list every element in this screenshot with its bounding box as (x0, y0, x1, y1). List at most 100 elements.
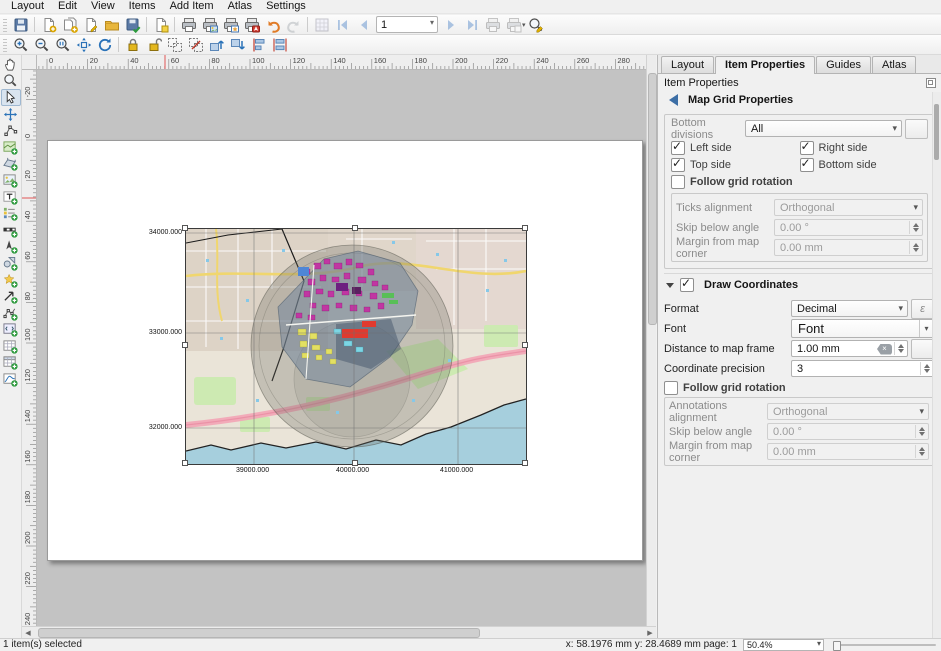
add-attribute-table-button[interactable] (1, 338, 21, 355)
save-as-template-button[interactable] (122, 16, 143, 34)
add-picture-button[interactable] (1, 172, 21, 189)
add-html-button[interactable] (1, 322, 21, 339)
duplicate-layout-button[interactable] (59, 16, 80, 34)
follow-grid-rotation-2-checkbox[interactable] (664, 381, 678, 395)
group-items-button[interactable] (164, 36, 185, 54)
export-as-image-button[interactable] (199, 16, 220, 34)
refresh-view-button[interactable] (94, 36, 115, 54)
clear-value-icon[interactable]: × (877, 344, 892, 355)
tab-guides[interactable]: Guides (816, 56, 871, 73)
menu-view[interactable]: View (84, 0, 122, 13)
font-button[interactable]: Font▾ (791, 319, 934, 338)
top-side-checkbox[interactable] (671, 158, 685, 172)
right-side-checkbox[interactable] (800, 141, 814, 155)
last-feature-button[interactable] (461, 16, 482, 34)
distance-to-map-frame-spinbox[interactable]: 1.00 mm× (791, 340, 908, 357)
layout-canvas[interactable]: 34000.00033000.00032000.00039000.0004000… (37, 70, 646, 626)
open-template-button[interactable] (101, 16, 122, 34)
add-node-item-button[interactable] (1, 305, 21, 322)
zoom-in-button[interactable] (10, 36, 31, 54)
toolbar-drag-handle[interactable] (3, 18, 7, 32)
add-scalebar-button[interactable] (1, 222, 21, 239)
menu-edit[interactable]: Edit (51, 0, 84, 13)
zoom-tool-button[interactable] (1, 73, 21, 90)
tab-layout[interactable]: Layout (661, 56, 714, 73)
menu-settings[interactable]: Settings (259, 0, 313, 13)
left-side-checkbox[interactable] (671, 141, 685, 155)
panel-scrollbar[interactable] (932, 92, 941, 638)
ungroup-items-button[interactable] (185, 36, 206, 54)
add-pages-button[interactable] (150, 16, 171, 34)
lock-selected-items-button[interactable] (122, 36, 143, 54)
select-move-item-button[interactable] (1, 89, 21, 106)
pan-layout-button[interactable] (1, 56, 21, 73)
vertical-ruler[interactable]: -20020406080100120140160180200220240 (22, 70, 37, 626)
redo-button[interactable] (283, 16, 304, 34)
zoom-slider[interactable] (830, 640, 938, 650)
add-map-button[interactable] (1, 139, 21, 156)
add-shape-button[interactable] (1, 255, 21, 272)
canvas-horizontal-scrollbar[interactable]: ◀ ▶ (22, 626, 656, 638)
first-feature-button[interactable] (332, 16, 353, 34)
save-project-button[interactable] (10, 16, 31, 34)
atlas-page-combo[interactable]: 1 (376, 16, 438, 33)
back-button[interactable] (664, 92, 682, 108)
draw-coordinates-header[interactable]: Draw Coordinates (664, 273, 934, 296)
lower-selected-items-button[interactable] (227, 36, 248, 54)
atlas-settings-button[interactable] (526, 16, 547, 34)
print-layout-button[interactable] (178, 16, 199, 34)
coordinate-precision-spinbox[interactable]: 3 (791, 360, 934, 377)
add-arrow-button[interactable] (1, 288, 21, 305)
data-defined-override-button[interactable] (905, 119, 928, 139)
raise-selected-items-button[interactable] (206, 36, 227, 54)
zoom-actual-button[interactable] (52, 36, 73, 54)
font-dropdown-icon[interactable]: ▾ (919, 320, 933, 337)
scroll-thumb[interactable] (38, 628, 480, 638)
data-defined-override-button[interactable] (911, 339, 934, 359)
next-feature-button[interactable] (440, 16, 461, 34)
move-item-content-button[interactable] (1, 106, 21, 123)
float-panel-icon[interactable] (926, 78, 936, 88)
add-3d-map-button[interactable] (1, 156, 21, 173)
add-north-arrow-button[interactable] (1, 239, 21, 256)
print-atlas-button[interactable] (482, 16, 503, 34)
layout-manager-button[interactable] (80, 16, 101, 34)
undo-button[interactable] (262, 16, 283, 34)
draw-coordinates-checkbox[interactable] (680, 278, 694, 292)
add-label-button[interactable] (1, 189, 21, 206)
distribute-selected-items-button[interactable] (269, 36, 290, 54)
previous-feature-button[interactable] (353, 16, 374, 34)
zoom-out-button[interactable] (31, 36, 52, 54)
scroll-right-arrow-icon[interactable]: ▶ (644, 629, 656, 637)
zoom-level-combo[interactable]: 50.4% (743, 639, 824, 651)
scroll-left-arrow-icon[interactable]: ◀ (22, 629, 34, 637)
menu-layout[interactable]: Layout (4, 0, 51, 13)
add-elevation-profile-button[interactable] (1, 371, 21, 388)
horizontal-ruler[interactable]: 0204060801001201401601802002202402602803… (37, 55, 646, 70)
toolbar-drag-handle[interactable] (3, 38, 7, 52)
zoom-slider-knob[interactable] (833, 641, 841, 651)
menu-add-item[interactable]: Add Item (163, 0, 221, 13)
zoom-full-button[interactable] (73, 36, 94, 54)
export-atlas-button[interactable] (503, 16, 524, 34)
add-marker-button[interactable] (1, 272, 21, 289)
format-select[interactable]: Decimal (791, 300, 908, 317)
preview-atlas-button[interactable] (311, 16, 332, 34)
add-legend-button[interactable] (1, 205, 21, 222)
menu-items[interactable]: Items (122, 0, 163, 13)
bottom-divisions-select[interactable]: All (745, 120, 902, 137)
add-fixed-table-button[interactable] (1, 355, 21, 372)
menu-atlas[interactable]: Atlas (221, 0, 259, 13)
bottom-side-checkbox[interactable] (800, 158, 814, 172)
tab-atlas[interactable]: Atlas (872, 56, 916, 73)
export-as-svg-button[interactable] (220, 16, 241, 34)
export-as-pdf-button[interactable] (241, 16, 262, 34)
align-selected-items-button[interactable] (248, 36, 269, 54)
canvas-vertical-scrollbar[interactable] (646, 55, 656, 626)
tab-item-properties[interactable]: Item Properties (715, 56, 815, 74)
map-item[interactable] (185, 228, 527, 465)
unlock-all-items-button[interactable] (143, 36, 164, 54)
new-layout-button[interactable] (38, 16, 59, 34)
edit-nodes-item-button[interactable] (1, 122, 21, 139)
follow-grid-rotation-checkbox[interactable] (671, 175, 685, 189)
